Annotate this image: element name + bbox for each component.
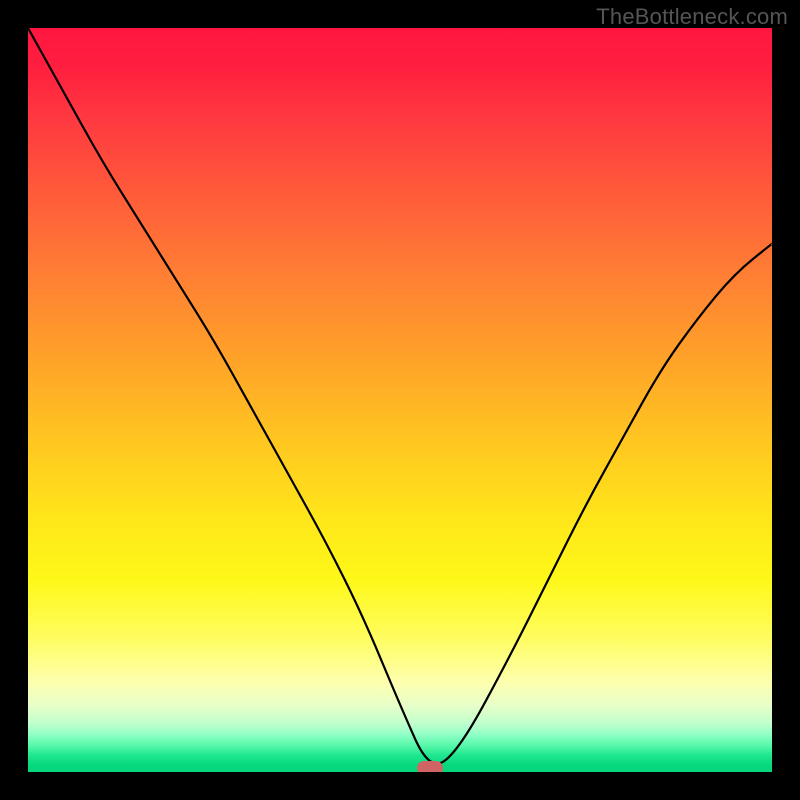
chart-frame: TheBottleneck.com: [0, 0, 800, 800]
curve-line: [28, 28, 772, 764]
watermark-text: TheBottleneck.com: [596, 4, 788, 30]
plot-area: [28, 28, 772, 772]
optimal-marker: [417, 761, 443, 772]
bottleneck-curve: [28, 28, 772, 772]
